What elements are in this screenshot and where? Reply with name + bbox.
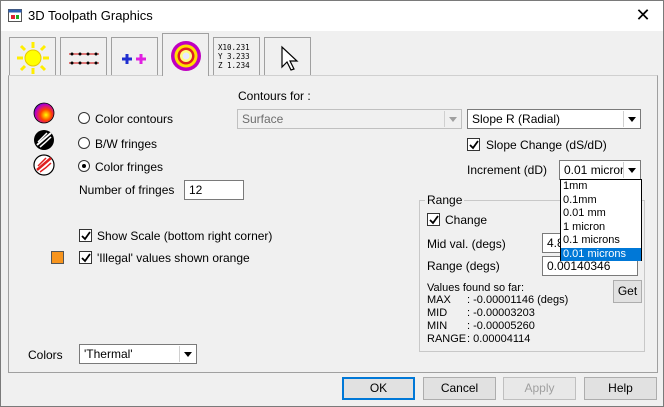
radio-bw-fringes[interactable]: [78, 137, 90, 149]
dropdown-option[interactable]: 1 micron: [561, 221, 641, 235]
app-icon: [8, 9, 22, 22]
show-scale-label: Show Scale (bottom right corner): [97, 229, 273, 243]
tab-contours[interactable]: [162, 33, 209, 76]
tab-markers[interactable]: [111, 37, 158, 75]
tab-lines[interactable]: [60, 37, 107, 75]
chevron-down-icon: [623, 162, 639, 178]
max-label: MAX: [427, 294, 451, 306]
increment-select[interactable]: 0.01 microns: [559, 160, 641, 180]
dropdown-option-selected[interactable]: 0.01 microns: [561, 247, 641, 261]
radio-color-contours[interactable]: [78, 112, 90, 124]
surface-select-value: Surface: [242, 112, 284, 126]
dropdown-option[interactable]: 0.1 microns: [561, 234, 641, 248]
contours-for-label: Contours for :: [238, 89, 311, 103]
checkmark-icon: [469, 140, 479, 150]
fringes-label: Number of fringes: [79, 183, 175, 197]
coordinates-icon: X10.231 Y 3.233 Z 1.234: [218, 43, 250, 70]
window-title: 3D Toolpath Graphics: [28, 8, 153, 23]
cancel-button[interactable]: Cancel: [423, 377, 496, 400]
chevron-down-icon: [444, 111, 460, 127]
sun-icon: [17, 42, 49, 74]
dotted-lines-icon: [69, 52, 99, 65]
colors-label: Colors: [28, 348, 63, 362]
target-rings-icon: [171, 41, 201, 71]
show-scale-checkbox[interactable]: [79, 229, 92, 242]
surface-select[interactable]: Surface: [237, 109, 462, 129]
dropdown-option[interactable]: 0.1mm: [561, 194, 641, 208]
help-button[interactable]: Help: [584, 377, 657, 400]
get-button[interactable]: Get: [613, 280, 642, 303]
cursor-arrow-icon: [281, 45, 299, 71]
radio-color-fringes[interactable]: [78, 160, 90, 172]
chevron-down-icon: [623, 111, 639, 127]
increment-label: Increment (dD): [467, 163, 548, 177]
color-contours-icon: [33, 102, 55, 124]
apply-button[interactable]: Apply: [503, 377, 576, 400]
range-row-label: RANGE: [427, 333, 467, 345]
min-label: MIN: [427, 320, 448, 332]
dialog-window: 3D Toolpath Graphics ✕ X10.231 Y 3.233 Z…: [0, 0, 664, 407]
values-found-title: Values found so far:: [427, 282, 525, 294]
mid-value: : -0.00003203: [467, 307, 535, 319]
checkmark-icon: [81, 231, 91, 241]
max-value: : -0.00001146 (degs): [467, 294, 569, 306]
chevron-down-icon: [179, 346, 195, 362]
color-fringes-label: Color fringes: [95, 160, 164, 174]
bw-fringes-icon: [34, 130, 54, 150]
orange-swatch: [51, 251, 64, 264]
checkmark-icon: [81, 253, 91, 263]
plus-markers-icon: [122, 54, 146, 64]
tab-lighting[interactable]: [9, 37, 56, 75]
ok-button[interactable]: OK: [342, 377, 415, 400]
increment-dropdown-list[interactable]: 1mm 0.1mm 0.01 mm 1 micron 0.1 microns 0…: [560, 179, 642, 261]
range-group-title: Range: [425, 193, 465, 207]
dropdown-option[interactable]: 0.01 mm: [561, 207, 641, 221]
close-button[interactable]: ✕: [629, 4, 657, 26]
range-row-value: : 0.00004114: [467, 333, 531, 345]
range-label: Range (degs): [427, 259, 500, 273]
mid-val-label: Mid val. (degs): [427, 237, 506, 251]
bw-fringes-label: B/W fringes: [95, 137, 158, 151]
color-fringes-icon: [33, 154, 55, 176]
mid-label: MID: [427, 307, 448, 319]
slope-select[interactable]: Slope R (Radial): [467, 109, 641, 129]
tab-coordinates[interactable]: X10.231 Y 3.233 Z 1.234: [213, 37, 260, 75]
change-label: Change: [445, 213, 488, 227]
checkmark-icon: [429, 215, 439, 225]
colors-select-value: 'Thermal': [84, 347, 133, 361]
slope-change-checkbox[interactable]: [467, 138, 480, 151]
min-value: : -0.00005260: [467, 320, 535, 332]
title-bar: 3D Toolpath Graphics ✕: [1, 1, 663, 31]
color-contours-label: Color contours: [95, 112, 174, 126]
tab-cursor[interactable]: [264, 37, 311, 75]
dropdown-option[interactable]: 1mm: [561, 180, 641, 194]
illegal-values-checkbox[interactable]: [79, 251, 92, 264]
change-checkbox[interactable]: [427, 213, 440, 226]
slope-change-label: Slope Change (dS/dD): [486, 138, 607, 152]
fringes-input[interactable]: 12: [184, 180, 244, 200]
colors-select[interactable]: 'Thermal': [79, 344, 197, 364]
illegal-values-label: 'Illegal' values shown orange: [97, 251, 250, 265]
slope-select-value: Slope R (Radial): [472, 112, 561, 126]
